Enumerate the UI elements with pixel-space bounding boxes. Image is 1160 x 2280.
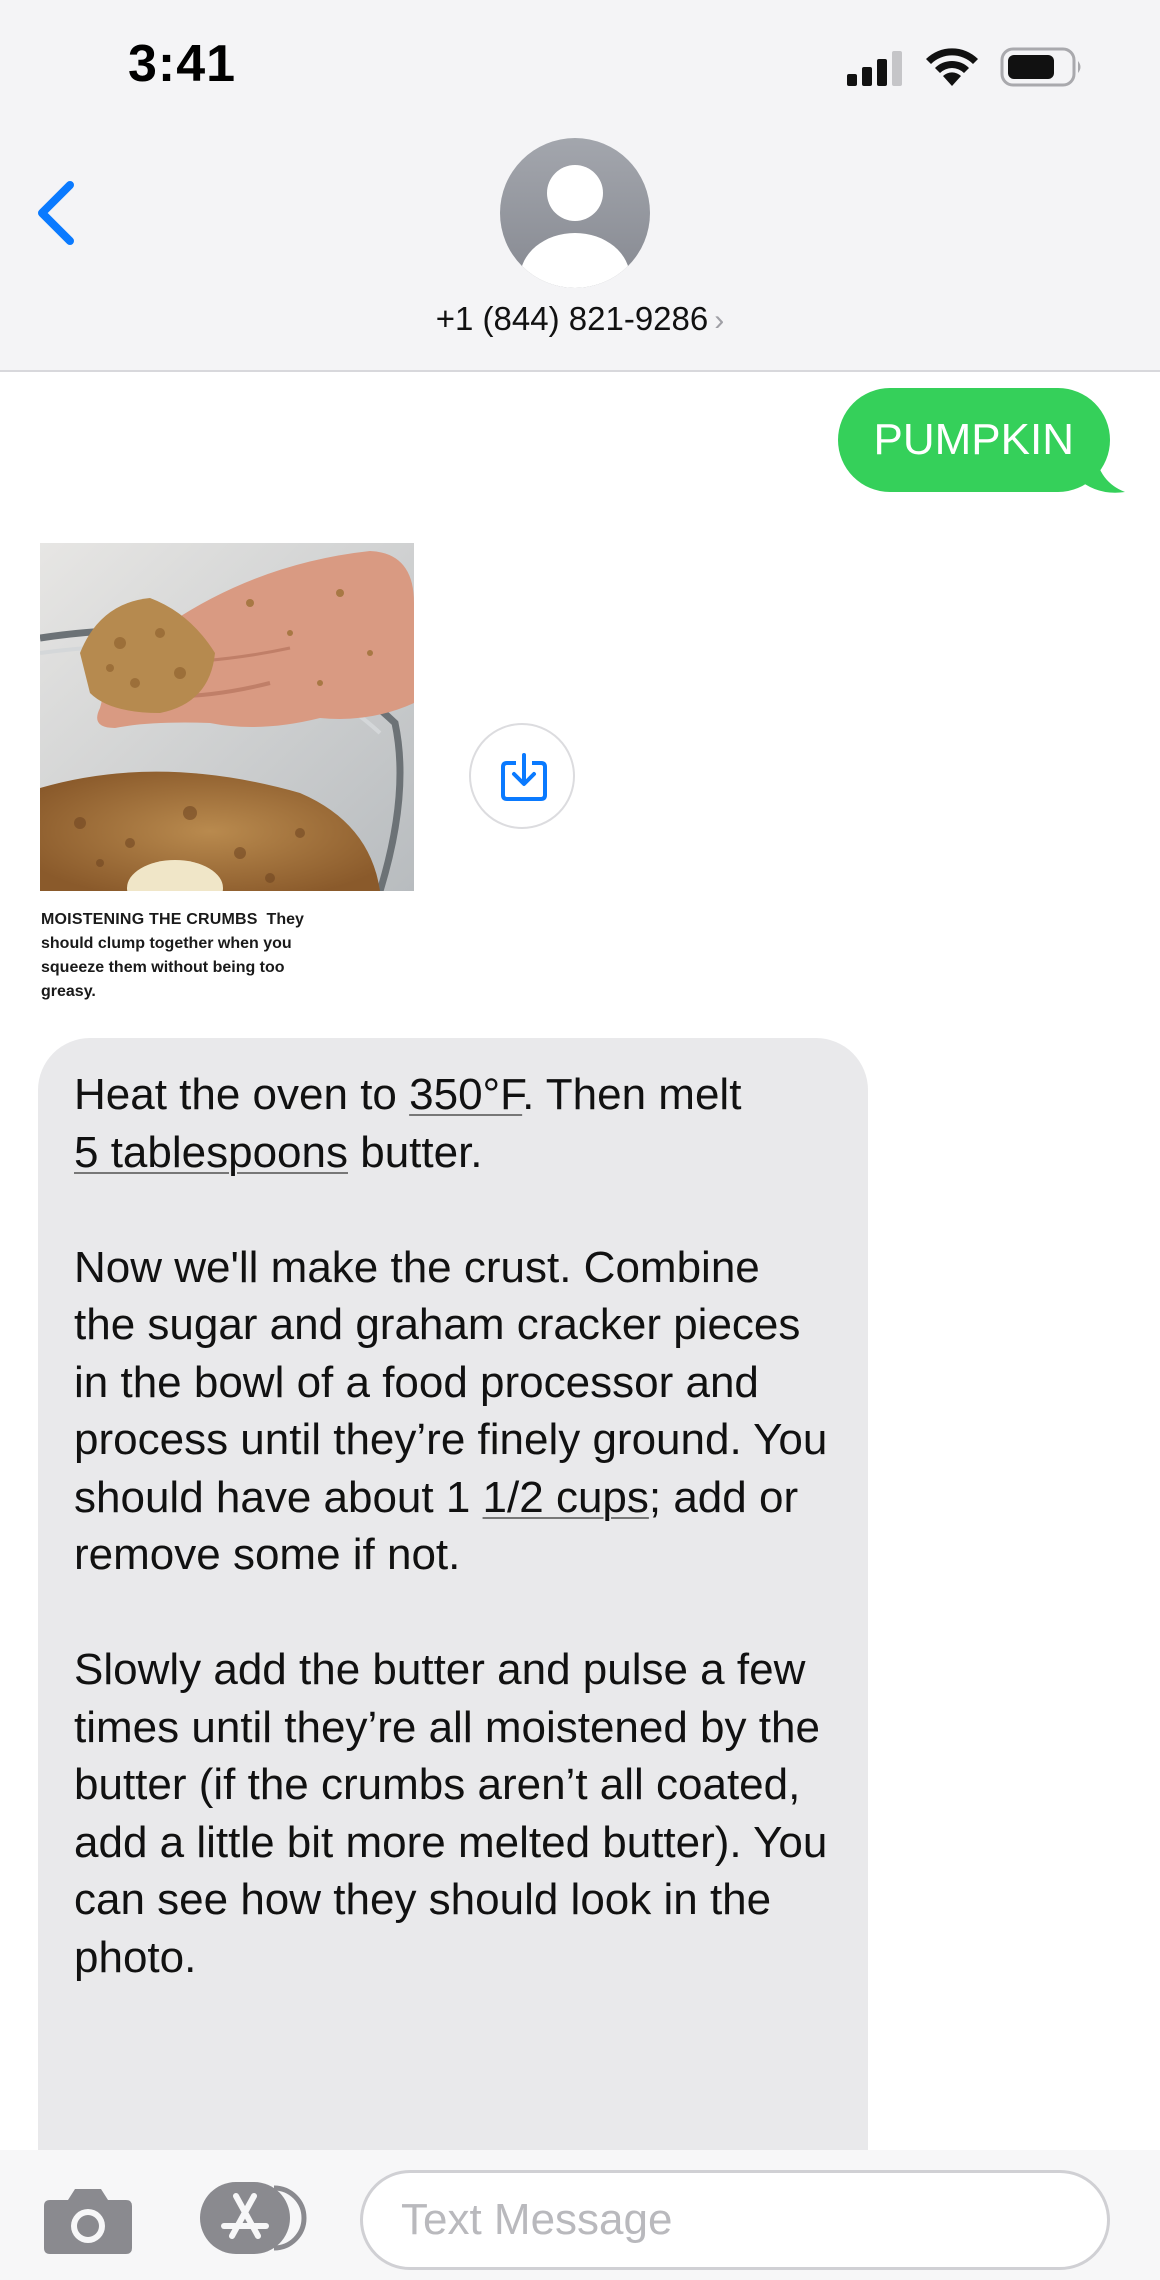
- bubble-tail: [1077, 452, 1125, 493]
- status-time: 3:41: [128, 35, 237, 93]
- message-paragraph-2: Now we'll make the crust. Combine the su…: [74, 1239, 832, 1584]
- photo-caption: MOISTENING THE CRUMBS They should clump …: [41, 908, 341, 1004]
- message-text: Slowly add the butter and pulse a few ti…: [74, 1645, 828, 1982]
- photo-attachment[interactable]: [40, 543, 414, 891]
- message-paragraph-1: Heat the oven to 350°F. Then melt 5 tabl…: [74, 1066, 832, 1181]
- wifi-icon: [926, 48, 978, 86]
- contact-name-button[interactable]: +1 (844) 821-9286 ›: [0, 300, 1160, 338]
- battery-icon: [1000, 47, 1081, 87]
- message-text: butter.: [348, 1127, 483, 1177]
- conversation-header: 3:41 +1 (844) 821-9286 ›: [0, 0, 1160, 372]
- chevron-right-icon: ›: [714, 304, 725, 337]
- save-to-download-icon: [501, 753, 547, 801]
- outgoing-message-bubble[interactable]: PUMPKIN: [837, 388, 1110, 492]
- text-message-input[interactable]: Text Message: [360, 2170, 1110, 2270]
- measurement-link[interactable]: 5 tablespoons: [74, 1128, 348, 1177]
- app-store-icon: [200, 2182, 307, 2254]
- contact-avatar[interactable]: [500, 138, 650, 288]
- camera-icon: [44, 2189, 132, 2254]
- save-photo-button[interactable]: [469, 723, 575, 829]
- messages-screen: 3:41 +1 (844) 821-9286 › PUMPKIN MOISTEN…: [0, 0, 1160, 2280]
- chevron-left-icon: [38, 181, 74, 245]
- back-button[interactable]: [30, 175, 90, 255]
- measurement-link[interactable]: 1/2 cups: [483, 1473, 649, 1522]
- message-text: . Then melt: [522, 1070, 742, 1119]
- crumbs-photo: [40, 543, 414, 891]
- person-silhouette-icon: [520, 165, 630, 288]
- compose-bar: Text Message: [0, 2150, 1160, 2280]
- message-paragraph-3: Slowly add the butter and pulse a few ti…: [74, 1641, 832, 1986]
- cellular-signal-icon: [847, 51, 902, 86]
- message-text: Heat the oven to: [74, 1070, 410, 1119]
- app-store-button[interactable]: [196, 2180, 308, 2256]
- caption-heading: MOISTENING THE CRUMBS: [41, 911, 258, 928]
- incoming-message-bubble[interactable]: Heat the oven to 350°F. Then melt 5 tabl…: [38, 1038, 868, 2280]
- camera-button[interactable]: [42, 2184, 134, 2256]
- contact-name: +1 (844) 821-9286: [435, 300, 709, 337]
- temperature-link[interactable]: 350°F: [409, 1070, 522, 1119]
